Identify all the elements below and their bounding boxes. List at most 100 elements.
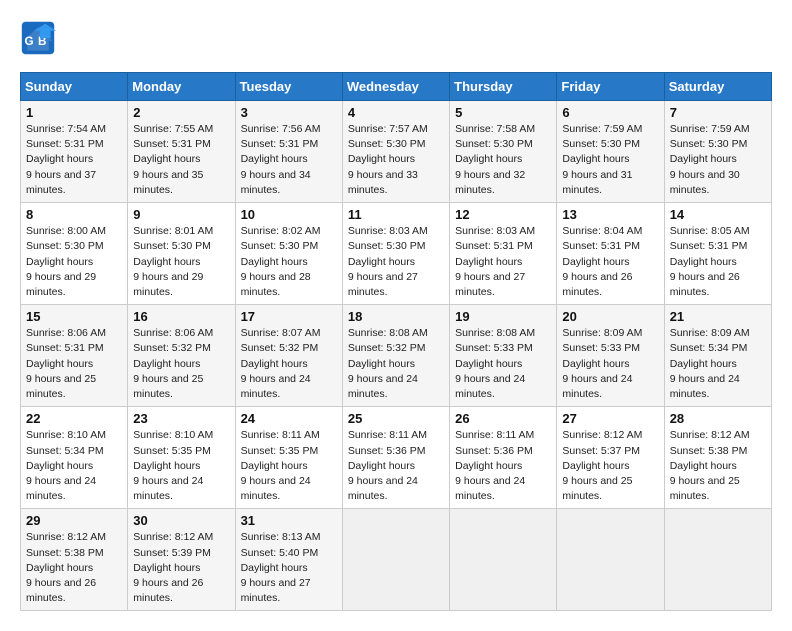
day-cell-1: 1 Sunrise: 7:54 AM Sunset: 5:31 PM Dayli… xyxy=(21,101,128,203)
day-cell-22: 22 Sunrise: 8:10 AM Sunset: 5:34 PM Dayl… xyxy=(21,407,128,509)
day-info: Sunrise: 8:02 AM Sunset: 5:30 PM Dayligh… xyxy=(241,224,337,300)
day-cell-13: 13 Sunrise: 8:04 AM Sunset: 5:31 PM Dayl… xyxy=(557,203,664,305)
day-cell-24: 24 Sunrise: 8:11 AM Sunset: 5:35 PM Dayl… xyxy=(235,407,342,509)
day-info: Sunrise: 7:59 AM Sunset: 5:30 PM Dayligh… xyxy=(562,122,658,198)
day-info: Sunrise: 8:08 AM Sunset: 5:32 PM Dayligh… xyxy=(348,326,444,402)
day-number: 10 xyxy=(241,207,337,222)
day-number: 21 xyxy=(670,309,766,324)
day-info: Sunrise: 7:59 AM Sunset: 5:30 PM Dayligh… xyxy=(670,122,766,198)
empty-day-cell xyxy=(664,509,771,611)
day-info: Sunrise: 8:06 AM Sunset: 5:31 PM Dayligh… xyxy=(26,326,122,402)
day-info: Sunrise: 8:12 AM Sunset: 5:38 PM Dayligh… xyxy=(26,530,122,606)
calendar-week-4: 22 Sunrise: 8:10 AM Sunset: 5:34 PM Dayl… xyxy=(21,407,772,509)
day-info: Sunrise: 8:11 AM Sunset: 5:35 PM Dayligh… xyxy=(241,428,337,504)
day-cell-23: 23 Sunrise: 8:10 AM Sunset: 5:35 PM Dayl… xyxy=(128,407,235,509)
day-number: 18 xyxy=(348,309,444,324)
day-number: 14 xyxy=(670,207,766,222)
day-cell-29: 29 Sunrise: 8:12 AM Sunset: 5:38 PM Dayl… xyxy=(21,509,128,611)
day-cell-30: 30 Sunrise: 8:12 AM Sunset: 5:39 PM Dayl… xyxy=(128,509,235,611)
day-cell-9: 9 Sunrise: 8:01 AM Sunset: 5:30 PM Dayli… xyxy=(128,203,235,305)
day-cell-5: 5 Sunrise: 7:58 AM Sunset: 5:30 PM Dayli… xyxy=(450,101,557,203)
day-number: 31 xyxy=(241,513,337,528)
day-number: 15 xyxy=(26,309,122,324)
day-info: Sunrise: 8:03 AM Sunset: 5:30 PM Dayligh… xyxy=(348,224,444,300)
weekday-header-monday: Monday xyxy=(128,73,235,101)
day-info: Sunrise: 7:54 AM Sunset: 5:31 PM Dayligh… xyxy=(26,122,122,198)
day-cell-26: 26 Sunrise: 8:11 AM Sunset: 5:36 PM Dayl… xyxy=(450,407,557,509)
day-number: 22 xyxy=(26,411,122,426)
day-info: Sunrise: 8:00 AM Sunset: 5:30 PM Dayligh… xyxy=(26,224,122,300)
day-cell-11: 11 Sunrise: 8:03 AM Sunset: 5:30 PM Dayl… xyxy=(342,203,449,305)
day-cell-21: 21 Sunrise: 8:09 AM Sunset: 5:34 PM Dayl… xyxy=(664,305,771,407)
day-info: Sunrise: 8:12 AM Sunset: 5:38 PM Dayligh… xyxy=(670,428,766,504)
day-number: 26 xyxy=(455,411,551,426)
day-info: Sunrise: 8:05 AM Sunset: 5:31 PM Dayligh… xyxy=(670,224,766,300)
day-cell-28: 28 Sunrise: 8:12 AM Sunset: 5:38 PM Dayl… xyxy=(664,407,771,509)
day-cell-20: 20 Sunrise: 8:09 AM Sunset: 5:33 PM Dayl… xyxy=(557,305,664,407)
calendar-week-1: 1 Sunrise: 7:54 AM Sunset: 5:31 PM Dayli… xyxy=(21,101,772,203)
day-number: 16 xyxy=(133,309,229,324)
day-number: 20 xyxy=(562,309,658,324)
day-cell-17: 17 Sunrise: 8:07 AM Sunset: 5:32 PM Dayl… xyxy=(235,305,342,407)
day-info: Sunrise: 8:10 AM Sunset: 5:34 PM Dayligh… xyxy=(26,428,122,504)
day-cell-6: 6 Sunrise: 7:59 AM Sunset: 5:30 PM Dayli… xyxy=(557,101,664,203)
day-cell-31: 31 Sunrise: 8:13 AM Sunset: 5:40 PM Dayl… xyxy=(235,509,342,611)
day-cell-15: 15 Sunrise: 8:06 AM Sunset: 5:31 PM Dayl… xyxy=(21,305,128,407)
day-number: 1 xyxy=(26,105,122,120)
day-info: Sunrise: 7:55 AM Sunset: 5:31 PM Dayligh… xyxy=(133,122,229,198)
weekday-header-sunday: Sunday xyxy=(21,73,128,101)
empty-day-cell xyxy=(342,509,449,611)
day-info: Sunrise: 8:06 AM Sunset: 5:32 PM Dayligh… xyxy=(133,326,229,402)
weekday-header-saturday: Saturday xyxy=(664,73,771,101)
weekday-header-wednesday: Wednesday xyxy=(342,73,449,101)
day-cell-27: 27 Sunrise: 8:12 AM Sunset: 5:37 PM Dayl… xyxy=(557,407,664,509)
calendar-week-3: 15 Sunrise: 8:06 AM Sunset: 5:31 PM Dayl… xyxy=(21,305,772,407)
page-header: G B xyxy=(20,20,772,56)
empty-day-cell xyxy=(450,509,557,611)
day-info: Sunrise: 8:08 AM Sunset: 5:33 PM Dayligh… xyxy=(455,326,551,402)
day-info: Sunrise: 8:01 AM Sunset: 5:30 PM Dayligh… xyxy=(133,224,229,300)
day-number: 11 xyxy=(348,207,444,222)
calendar-week-5: 29 Sunrise: 8:12 AM Sunset: 5:38 PM Dayl… xyxy=(21,509,772,611)
day-number: 3 xyxy=(241,105,337,120)
day-number: 13 xyxy=(562,207,658,222)
day-number: 30 xyxy=(133,513,229,528)
day-info: Sunrise: 8:04 AM Sunset: 5:31 PM Dayligh… xyxy=(562,224,658,300)
day-cell-8: 8 Sunrise: 8:00 AM Sunset: 5:30 PM Dayli… xyxy=(21,203,128,305)
day-cell-14: 14 Sunrise: 8:05 AM Sunset: 5:31 PM Dayl… xyxy=(664,203,771,305)
day-cell-2: 2 Sunrise: 7:55 AM Sunset: 5:31 PM Dayli… xyxy=(128,101,235,203)
day-number: 29 xyxy=(26,513,122,528)
day-cell-3: 3 Sunrise: 7:56 AM Sunset: 5:31 PM Dayli… xyxy=(235,101,342,203)
day-info: Sunrise: 8:12 AM Sunset: 5:39 PM Dayligh… xyxy=(133,530,229,606)
day-number: 8 xyxy=(26,207,122,222)
day-number: 25 xyxy=(348,411,444,426)
day-cell-12: 12 Sunrise: 8:03 AM Sunset: 5:31 PM Dayl… xyxy=(450,203,557,305)
day-number: 19 xyxy=(455,309,551,324)
day-number: 2 xyxy=(133,105,229,120)
day-number: 23 xyxy=(133,411,229,426)
day-cell-16: 16 Sunrise: 8:06 AM Sunset: 5:32 PM Dayl… xyxy=(128,305,235,407)
day-cell-18: 18 Sunrise: 8:08 AM Sunset: 5:32 PM Dayl… xyxy=(342,305,449,407)
day-number: 17 xyxy=(241,309,337,324)
weekday-header-tuesday: Tuesday xyxy=(235,73,342,101)
day-info: Sunrise: 8:03 AM Sunset: 5:31 PM Dayligh… xyxy=(455,224,551,300)
weekday-header-thursday: Thursday xyxy=(450,73,557,101)
day-cell-19: 19 Sunrise: 8:08 AM Sunset: 5:33 PM Dayl… xyxy=(450,305,557,407)
day-number: 6 xyxy=(562,105,658,120)
day-number: 12 xyxy=(455,207,551,222)
calendar-header-row: SundayMondayTuesdayWednesdayThursdayFrid… xyxy=(21,73,772,101)
logo: G B xyxy=(20,20,62,56)
day-cell-25: 25 Sunrise: 8:11 AM Sunset: 5:36 PM Dayl… xyxy=(342,407,449,509)
calendar-week-2: 8 Sunrise: 8:00 AM Sunset: 5:30 PM Dayli… xyxy=(21,203,772,305)
day-info: Sunrise: 7:58 AM Sunset: 5:30 PM Dayligh… xyxy=(455,122,551,198)
day-info: Sunrise: 8:13 AM Sunset: 5:40 PM Dayligh… xyxy=(241,530,337,606)
day-info: Sunrise: 7:57 AM Sunset: 5:30 PM Dayligh… xyxy=(348,122,444,198)
day-info: Sunrise: 8:07 AM Sunset: 5:32 PM Dayligh… xyxy=(241,326,337,402)
day-number: 28 xyxy=(670,411,766,426)
day-number: 27 xyxy=(562,411,658,426)
weekday-header-friday: Friday xyxy=(557,73,664,101)
day-info: Sunrise: 8:10 AM Sunset: 5:35 PM Dayligh… xyxy=(133,428,229,504)
day-cell-4: 4 Sunrise: 7:57 AM Sunset: 5:30 PM Dayli… xyxy=(342,101,449,203)
calendar-table: SundayMondayTuesdayWednesdayThursdayFrid… xyxy=(20,72,772,611)
day-info: Sunrise: 8:11 AM Sunset: 5:36 PM Dayligh… xyxy=(455,428,551,504)
